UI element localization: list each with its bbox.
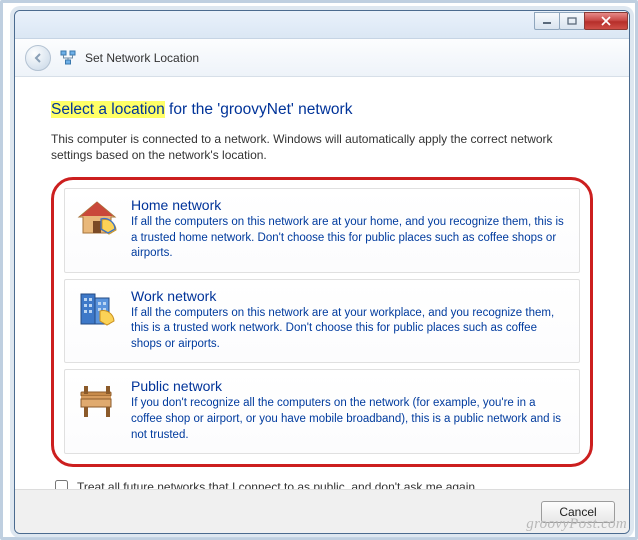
work-icon xyxy=(75,288,119,332)
option-work-network[interactable]: Work network If all the computers on thi… xyxy=(64,279,580,364)
heading-rest: for the 'groovyNet' network xyxy=(165,101,353,118)
option-desc: If you don't recognize all the computers… xyxy=(131,396,569,443)
main-heading: Select a location for the 'groovyNet' ne… xyxy=(51,101,593,119)
option-public-network[interactable]: Public network If you don't recognize al… xyxy=(64,369,580,454)
heading-highlight: Select a location xyxy=(51,101,165,118)
subtext: This computer is connected to a network.… xyxy=(51,131,593,163)
options-highlight-box: Home network If all the computers on thi… xyxy=(51,177,593,467)
window-title: Set Network Location xyxy=(85,51,199,65)
home-icon xyxy=(75,197,119,241)
back-button[interactable] xyxy=(25,45,51,71)
header-bar: Set Network Location xyxy=(15,39,629,77)
content-area: Select a location for the 'groovyNet' ne… xyxy=(15,77,629,489)
treat-public-checkbox[interactable] xyxy=(55,480,68,489)
dialog-window: Set Network Location Select a location f… xyxy=(14,10,630,534)
network-icon xyxy=(59,49,77,67)
public-icon xyxy=(75,378,119,422)
footer-bar: Cancel xyxy=(15,489,629,533)
minimize-button[interactable] xyxy=(534,12,560,30)
maximize-button[interactable] xyxy=(559,12,585,30)
option-desc: If all the computers on this network are… xyxy=(131,215,569,262)
option-title: Home network xyxy=(131,197,569,213)
option-home-network[interactable]: Home network If all the computers on thi… xyxy=(64,188,580,273)
option-title: Public network xyxy=(131,378,569,394)
titlebar xyxy=(15,11,629,39)
cancel-button[interactable]: Cancel xyxy=(541,501,615,523)
treat-public-label: Treat all future networks that I connect… xyxy=(77,480,478,489)
option-title: Work network xyxy=(131,288,569,304)
option-desc: If all the computers on this network are… xyxy=(131,306,569,353)
close-button[interactable] xyxy=(584,12,628,30)
treat-public-row[interactable]: Treat all future networks that I connect… xyxy=(51,477,593,489)
